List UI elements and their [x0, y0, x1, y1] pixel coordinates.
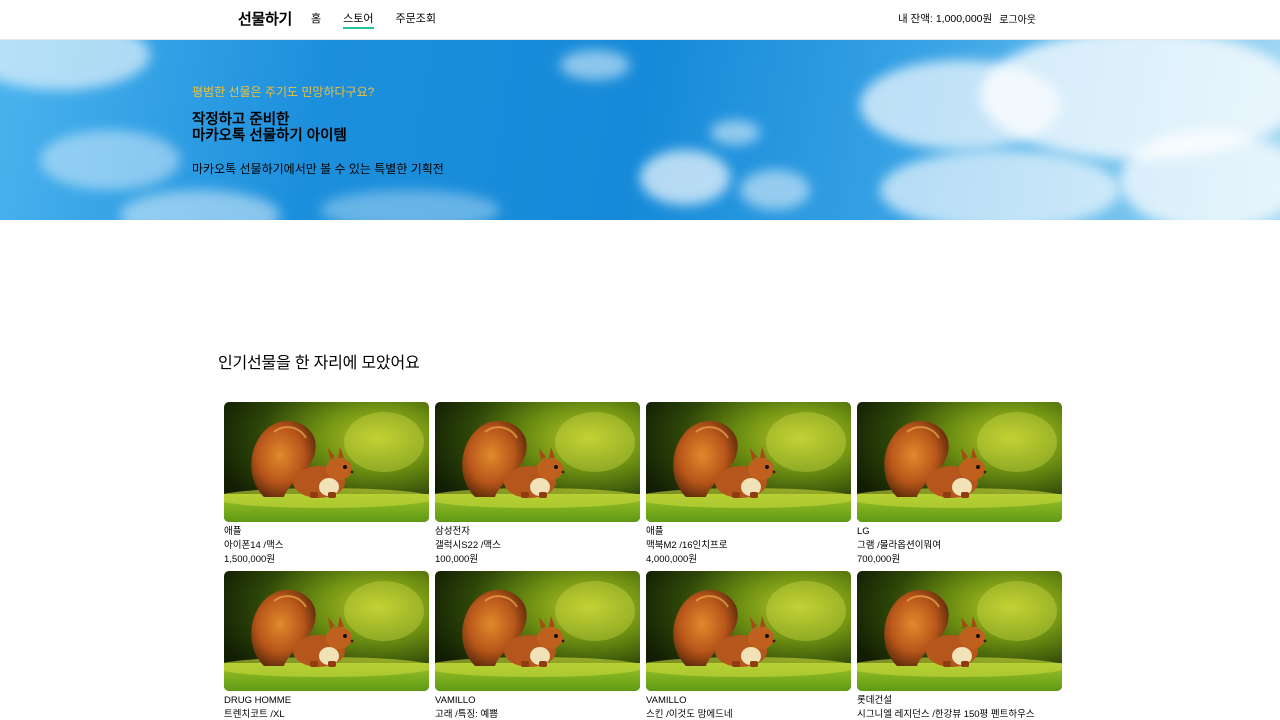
product-name: 아이폰14 /맥스	[224, 540, 284, 551]
product-image[interactable]	[435, 402, 640, 522]
product-brand: 애플	[224, 526, 242, 537]
product-card[interactable]: 롯데건설 시그니엘 레지던스 /한강뷰 150평 펜트하우스	[857, 570, 1062, 720]
banner-eyebrow: 평범한 선물은 주기도 민망하다구요?	[192, 85, 375, 99]
product-price: 1,500,000원	[224, 554, 276, 565]
product-image[interactable]	[224, 570, 429, 691]
account-area: 내 잔액: 1,000,000원 로그아웃	[898, 11, 1036, 26]
product-image[interactable]	[857, 402, 1062, 522]
product-brand: VAMILLO	[435, 694, 476, 706]
product-grid: 애플 아이폰14 /맥스 1,500,000원 삼성전자 갤럭시S22 /맥스 …	[224, 402, 1064, 720]
balance-label: 내 잔액:	[897, 13, 933, 25]
product-card[interactable]: LG 그램 /몰라옵션이뭐여 700,000원	[857, 402, 1062, 571]
balance-value: 1,000,000원	[935, 13, 993, 25]
product-name: 그램 /몰라옵션이뭐여	[857, 540, 941, 551]
product-image[interactable]	[435, 570, 640, 691]
product-name: 스킨 /이것도 맘에드네	[646, 708, 733, 720]
product-name: 시그니엘 레지던스 /한강뷰 150평 펜트하우스	[857, 708, 1035, 720]
product-card[interactable]: VAMILLO 스킨 /이것도 맘에드네	[646, 570, 851, 720]
product-name: 갤럭시S22 /맥스	[435, 540, 501, 551]
product-card[interactable]: 애플 아이폰14 /맥스 1,500,000원	[224, 402, 429, 571]
logout-button[interactable]: 로그아웃	[999, 11, 1036, 26]
banner-subtitle: 마카오톡 선물하기에서만 볼 수 있는 특별한 기획전	[192, 162, 444, 176]
product-name: 맥북M2 /16인치프로	[646, 540, 728, 551]
product-image[interactable]	[646, 570, 851, 691]
product-brand: VAMILLO	[646, 694, 687, 706]
promo-banner[interactable]: 평범한 선물은 주기도 민망하다구요? 작정하고 준비한 마카오톡 선물하기 아…	[0, 40, 1280, 220]
product-card[interactable]: 삼성전자 갤럭시S22 /맥스 100,000원	[435, 402, 640, 571]
product-card[interactable]: DRUG HOMME 트렌치코트 /XL	[224, 570, 429, 720]
section-title: 인기선물을 한 자리에 모았어요	[218, 355, 420, 372]
product-brand: 애플	[646, 526, 664, 537]
product-brand: DRUG HOMME	[224, 694, 292, 706]
nav-store[interactable]: 스토어	[343, 10, 374, 29]
product-image[interactable]	[224, 402, 429, 522]
product-brand: 삼성전자	[435, 526, 470, 537]
banner-title-line1: 작정하고 준비한	[192, 112, 290, 128]
product-price: 4,000,000원	[646, 554, 698, 565]
banner-title-line2: 마카오톡 선물하기 아이템	[192, 128, 347, 144]
product-brand: 롯데건설	[857, 694, 892, 706]
product-card[interactable]: 애플 맥북M2 /16인치프로 4,000,000원	[646, 402, 851, 571]
top-header: 선물하기 홈 스토어 주문조회 내 잔액: 1,000,000원 로그아웃	[0, 0, 1280, 40]
product-name: 고래 /특징: 예쁨	[435, 708, 498, 720]
product-image[interactable]	[857, 570, 1062, 691]
nav-orders[interactable]: 주문조회	[396, 10, 436, 29]
main-nav: 홈 스토어 주문조회	[311, 10, 458, 29]
nav-home[interactable]: 홈	[311, 10, 321, 29]
product-brand: LG	[857, 526, 870, 537]
product-card[interactable]: VAMILLO 고래 /특징: 예쁨	[435, 570, 640, 720]
product-image[interactable]	[646, 402, 851, 522]
banner-title: 작정하고 준비한 마카오톡 선물하기 아이템	[192, 112, 347, 144]
product-name: 트렌치코트 /XL	[224, 708, 285, 720]
product-price: 100,000원	[435, 554, 479, 565]
product-price: 700,000원	[857, 554, 901, 565]
site-logo[interactable]: 선물하기	[238, 8, 292, 29]
